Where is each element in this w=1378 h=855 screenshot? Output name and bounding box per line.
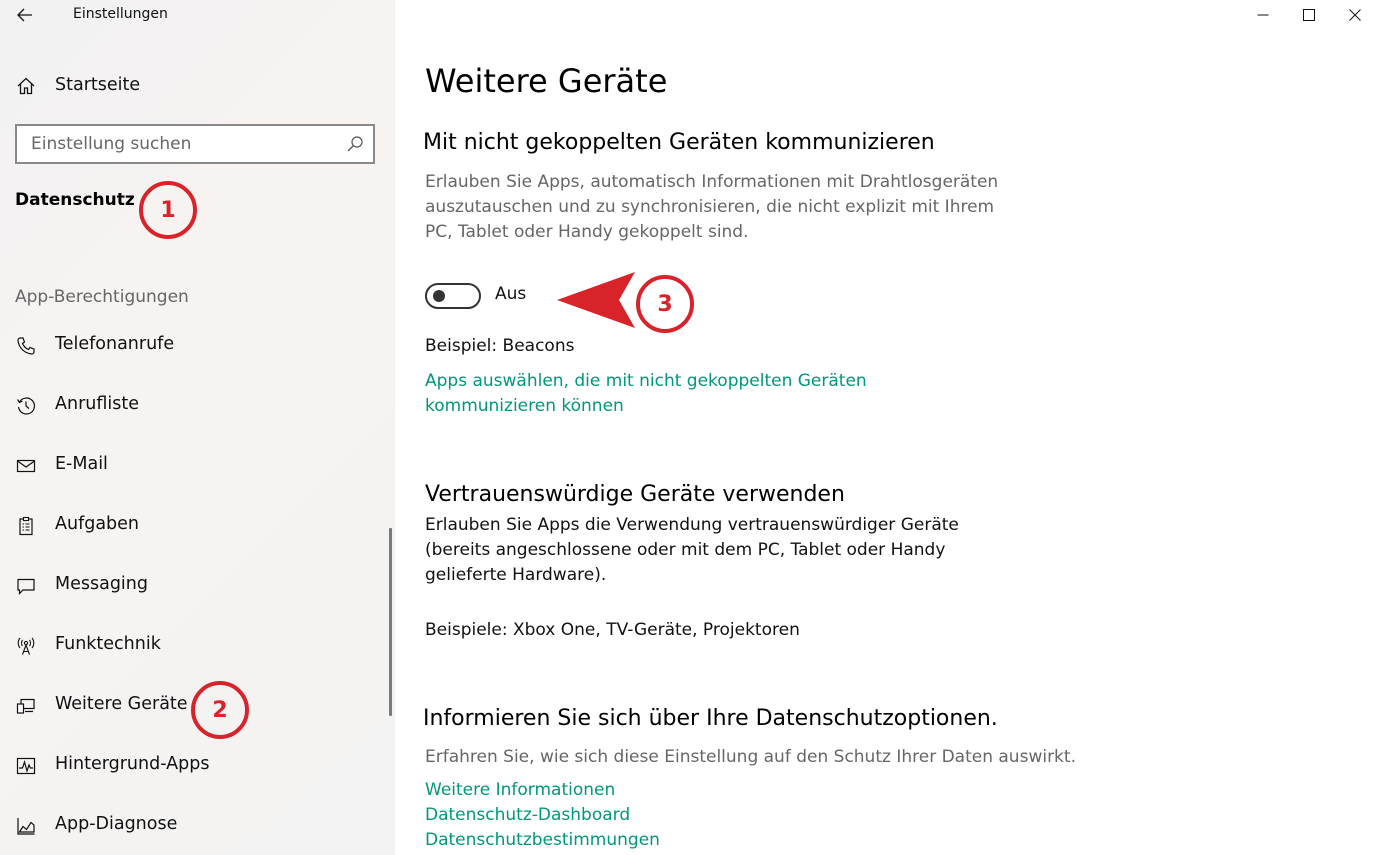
back-arrow-icon	[17, 8, 32, 22]
sidebar: Einstellungen Startseite Datenschutz App…	[0, 0, 395, 855]
sidebar-item-label: App-Diagnose	[55, 814, 178, 834]
privacy-statement-link[interactable]: Datenschutzbestimmungen	[425, 828, 660, 853]
sidebar-item-label: Anrufliste	[55, 394, 139, 414]
sidebar-item-hintergrund-apps[interactable]: Hintergrund-Apps	[0, 736, 390, 796]
home-label: Startseite	[55, 75, 141, 95]
more-info-link[interactable]: Weitere Informationen	[425, 778, 615, 803]
section-description-unpaired: Erlauben Sie Apps, automatisch Informati…	[425, 170, 998, 245]
annotation-badge-1: 1	[139, 181, 197, 239]
sidebar-scrollbar[interactable]	[389, 528, 392, 716]
sidebar-item-label: E-Mail	[55, 454, 108, 474]
sidebar-item-funktechnik[interactable]: Funktechnik	[0, 616, 390, 676]
devices-icon	[14, 694, 38, 718]
choose-apps-link[interactable]: Apps auswählen, die mit nicht gekoppelte…	[425, 369, 867, 419]
back-button[interactable]	[12, 2, 38, 28]
description-line: auszutauschen und zu synchronisieren, di…	[425, 197, 995, 217]
sidebar-item-app-diagnose[interactable]: App-Diagnose	[0, 796, 390, 855]
mail-icon	[14, 454, 38, 478]
close-button[interactable]	[1332, 0, 1378, 30]
description-line: gelieferte Hardware).	[425, 565, 607, 585]
annotation-badge-3: 3	[636, 275, 694, 333]
description-line: Erlauben Sie Apps die Verwendung vertrau…	[425, 515, 959, 535]
search-icon[interactable]	[345, 134, 365, 154]
description-line: PC, Tablet oder Handy gekoppelt sind.	[425, 222, 749, 242]
maximize-button[interactable]	[1286, 0, 1332, 30]
minimize-button[interactable]	[1240, 0, 1286, 30]
section-heading-unpaired: Mit nicht gekoppelten Geräten kommunizie…	[423, 130, 935, 155]
sidebar-item-email[interactable]: E-Mail	[0, 436, 390, 496]
clipboard-icon	[14, 514, 38, 538]
background-apps-icon	[14, 754, 38, 778]
diagnostics-icon	[14, 814, 38, 838]
titlebar: Einstellungen	[0, 0, 395, 32]
section-title: Datenschutz	[15, 190, 135, 210]
search-input[interactable]	[17, 126, 337, 162]
sidebar-item-label: Weitere Geräte	[55, 694, 188, 714]
maximize-icon	[1303, 9, 1315, 21]
sidebar-item-label: Funktechnik	[55, 634, 161, 654]
sidebar-item-label: Telefonanrufe	[55, 334, 175, 354]
search-box[interactable]	[15, 124, 375, 164]
nav-list: Telefonanrufe Anrufliste E-Mail Aufgaben	[0, 316, 390, 855]
link-line: kommunizieren können	[425, 396, 624, 416]
sidebar-item-label: Messaging	[55, 574, 148, 594]
phone-icon	[14, 334, 38, 358]
sidebar-item-aufgaben[interactable]: Aufgaben	[0, 496, 390, 556]
sidebar-item-anrufliste[interactable]: Anrufliste	[0, 376, 390, 436]
toggle-state-label: Aus	[495, 284, 527, 304]
sidebar-item-messaging[interactable]: Messaging	[0, 556, 390, 616]
description-line: (bereits angeschlossene oder mit dem PC,…	[425, 540, 946, 560]
section-description-privacy: Erfahren Sie, wie sich diese Einstellung…	[425, 747, 1076, 767]
close-icon	[1349, 9, 1361, 21]
sidebar-item-label: Hintergrund-Apps	[55, 754, 210, 774]
minimize-icon	[1257, 14, 1269, 16]
sidebar-item-telefonanrufe[interactable]: Telefonanrufe	[0, 316, 390, 376]
main-content: Weitere Geräte Mit nicht gekoppelten Ger…	[395, 0, 1378, 855]
home-icon	[14, 74, 38, 98]
unpaired-devices-toggle[interactable]	[425, 283, 481, 309]
section-description-trusted: Erlauben Sie Apps die Verwendung vertrau…	[425, 513, 959, 588]
sidebar-item-home[interactable]: Startseite	[0, 66, 395, 106]
app-title: Einstellungen	[73, 6, 168, 22]
chat-icon	[14, 574, 38, 598]
settings-window: Einstellungen Startseite Datenschutz App…	[0, 0, 1378, 855]
description-line: Erlauben Sie Apps, automatisch Informati…	[425, 172, 999, 192]
radio-tower-icon	[14, 634, 38, 658]
section-heading-privacy: Informieren Sie sich über Ihre Datenschu…	[423, 706, 998, 731]
link-line: Apps auswählen, die mit nicht gekoppelte…	[425, 371, 867, 391]
example-unpaired: Beispiel: Beacons	[425, 336, 575, 356]
privacy-dashboard-link[interactable]: Datenschutz-Dashboard	[425, 803, 630, 828]
sidebar-item-label: Aufgaben	[55, 514, 140, 534]
annotation-arrow-icon	[557, 272, 635, 328]
example-trusted: Beispiele: Xbox One, TV-Geräte, Projekto…	[425, 620, 800, 640]
section-heading-trusted: Vertrauenswürdige Geräte verwenden	[425, 482, 845, 507]
toggle-knob	[433, 290, 445, 302]
history-icon	[14, 394, 38, 418]
annotation-badge-2: 2	[191, 681, 249, 739]
group-label: App-Berechtigungen	[15, 287, 189, 307]
page-title: Weitere Geräte	[425, 62, 668, 100]
window-controls	[1240, 0, 1378, 32]
